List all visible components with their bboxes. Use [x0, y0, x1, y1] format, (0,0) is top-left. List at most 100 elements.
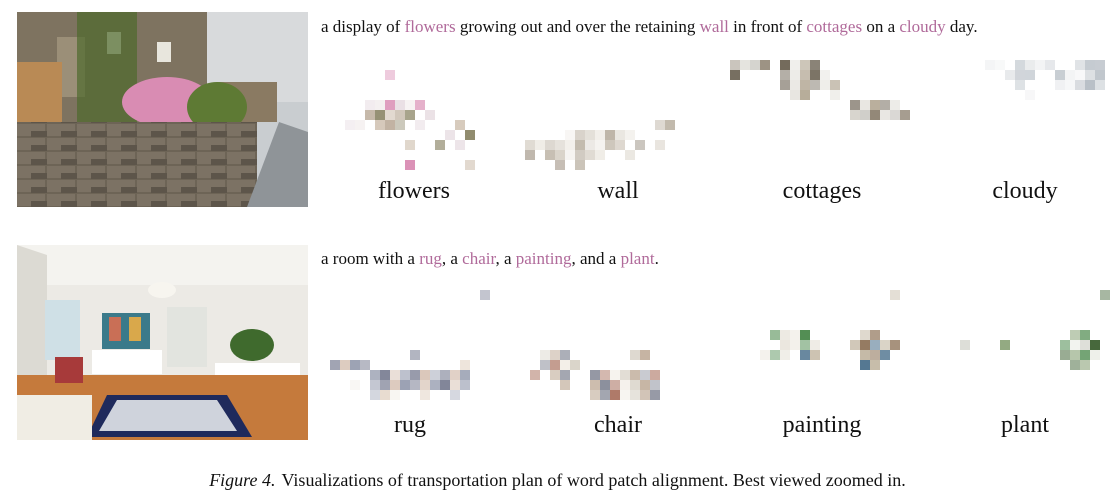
- image-patch: [405, 140, 415, 150]
- image-patch: [790, 330, 800, 340]
- image-patch: [550, 370, 560, 380]
- image-patch: [780, 350, 790, 360]
- patch-map-painting: [760, 290, 910, 410]
- image-patch: [800, 60, 810, 70]
- image-patch: [790, 340, 800, 350]
- image-patch: [760, 60, 770, 70]
- image-patch: [1095, 60, 1105, 70]
- image-patch: [465, 160, 475, 170]
- image-patch: [385, 100, 395, 110]
- word-label-painting: painting: [782, 412, 862, 438]
- living-room-photo: [17, 245, 308, 440]
- image-patch: [870, 100, 880, 110]
- image-patch: [605, 130, 615, 140]
- image-patch: [620, 380, 630, 390]
- image-patch: [620, 370, 630, 380]
- image-patch: [870, 350, 880, 360]
- image-patch: [1005, 70, 1015, 80]
- image-patch: [780, 70, 790, 80]
- image-patch: [390, 390, 400, 400]
- image-patch: [1080, 360, 1090, 370]
- word-label-chair: chair: [594, 412, 642, 438]
- figure-text: Visualizations of transportation plan of…: [281, 470, 906, 490]
- image-patch: [1090, 350, 1100, 360]
- image-patch: [535, 140, 545, 150]
- image-patch: [820, 80, 830, 90]
- image-patch: [550, 350, 560, 360]
- image-patch: [630, 350, 640, 360]
- image-patch: [375, 120, 385, 130]
- image-patch: [365, 100, 375, 110]
- image-patch: [1060, 340, 1070, 350]
- image-patch: [480, 290, 490, 300]
- image-patch: [640, 370, 650, 380]
- image-patch: [440, 370, 450, 380]
- image-patch: [870, 330, 880, 340]
- image-patch: [1055, 80, 1065, 90]
- image-patch: [405, 100, 415, 110]
- image-patch: [385, 120, 395, 130]
- patch-map-chair: [530, 290, 710, 410]
- image-patch: [810, 340, 820, 350]
- cottage-photo: [17, 12, 308, 207]
- image-patch: [1075, 80, 1085, 90]
- patch-map-wall: [525, 60, 705, 175]
- image-patch: [610, 390, 620, 400]
- image-patch: [1000, 340, 1010, 350]
- word-label-plant: plant: [1001, 412, 1049, 438]
- image-patch: [350, 360, 360, 370]
- image-patch: [585, 130, 595, 140]
- image-patch: [810, 350, 820, 360]
- image-patch: [1065, 70, 1075, 80]
- image-patch: [780, 340, 790, 350]
- image-patch: [870, 340, 880, 350]
- image-patch: [430, 380, 440, 390]
- image-patch: [595, 150, 605, 160]
- image-patch: [550, 360, 560, 370]
- image-patch: [565, 140, 575, 150]
- image-patch: [455, 120, 465, 130]
- image-patch: [590, 390, 600, 400]
- patch-map-rug: [330, 290, 510, 410]
- image-patch: [770, 330, 780, 340]
- image-patch: [560, 370, 570, 380]
- image-patch: [560, 380, 570, 390]
- image-patch: [1080, 330, 1090, 340]
- image-patch: [1090, 340, 1100, 350]
- image-patch: [850, 100, 860, 110]
- word-label-rug: rug: [394, 412, 426, 438]
- image-patch: [1070, 350, 1080, 360]
- word-label-wall: wall: [597, 178, 639, 204]
- image-patch: [1095, 80, 1105, 90]
- image-patch: [455, 140, 465, 150]
- image-patch: [830, 80, 840, 90]
- image-patch: [850, 110, 860, 120]
- word-label-cloudy: cloudy: [992, 178, 1058, 204]
- image-patch: [350, 380, 360, 390]
- image-patch: [555, 150, 565, 160]
- image-patch: [590, 380, 600, 390]
- image-patch: [420, 390, 430, 400]
- image-patch: [565, 150, 575, 160]
- image-patch: [1070, 340, 1080, 350]
- image-patch: [590, 370, 600, 380]
- image-patch: [1025, 90, 1035, 100]
- image-patch: [760, 350, 770, 360]
- image-patch: [810, 70, 820, 80]
- image-patch: [1070, 360, 1080, 370]
- image-patch: [380, 380, 390, 390]
- image-patch: [860, 110, 870, 120]
- image-patch: [1015, 70, 1025, 80]
- image-patch: [410, 350, 420, 360]
- caption-row-2: a room with a rug, a chair, a painting, …: [321, 249, 659, 268]
- image-patch: [890, 110, 900, 120]
- image-patch: [370, 390, 380, 400]
- image-patch: [410, 370, 420, 380]
- image-patch: [800, 340, 810, 350]
- image-patch: [880, 110, 890, 120]
- image-patch: [530, 370, 540, 380]
- image-patch: [740, 60, 750, 70]
- image-patch: [330, 360, 340, 370]
- image-patch: [415, 100, 425, 110]
- image-patch: [395, 100, 405, 110]
